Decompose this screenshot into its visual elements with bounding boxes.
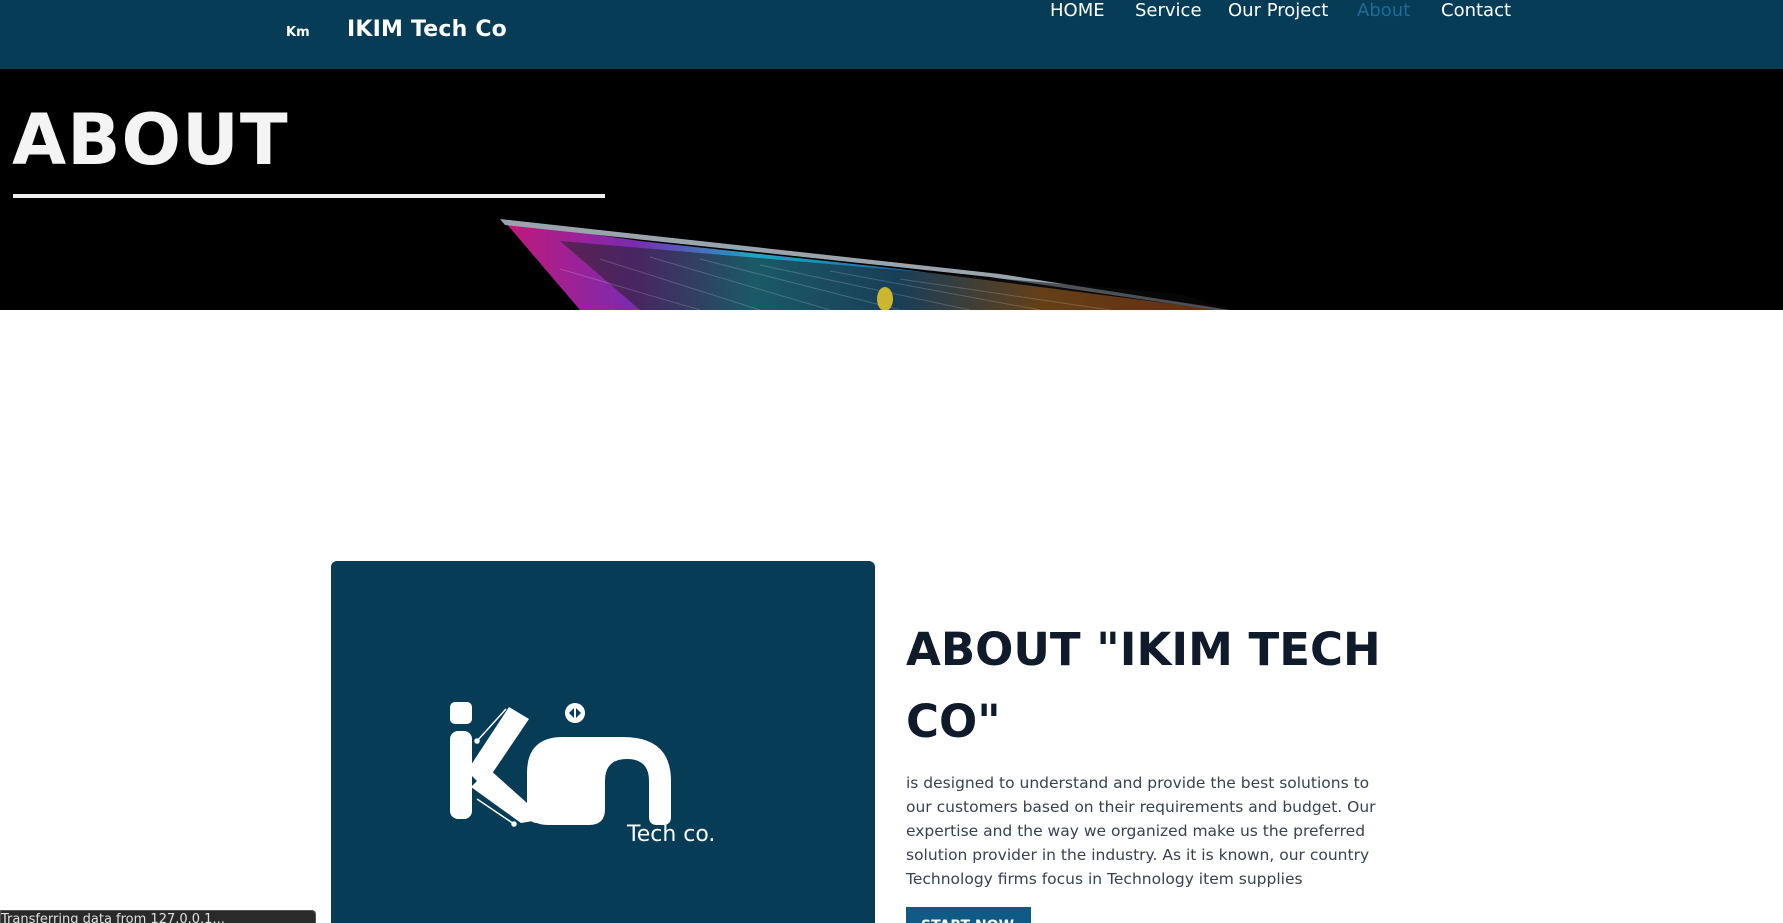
nav-item-about[interactable]: About <box>1357 0 1410 21</box>
hero-title: ABOUT <box>12 99 289 181</box>
svg-text:Km: Km <box>286 25 310 40</box>
top-navbar: Km IKIM Tech Co HOME Service Our Project… <box>0 0 1783 69</box>
start-now-button[interactable]: START NOW <box>906 907 1031 923</box>
nav-item-contact[interactable]: Contact <box>1441 0 1511 21</box>
about-heading: ABOUT "IKIM TECH CO" <box>906 623 1381 748</box>
hero-banner: ABOUT <box>0 69 1783 310</box>
brand-name[interactable]: IKIM Tech Co <box>347 17 507 42</box>
ikim-logo-icon[interactable]: Km <box>286 22 314 42</box>
ikim-tech-logo-image: Tech co. <box>450 702 715 847</box>
logo-caption: Tech co. <box>626 822 715 847</box>
company-logo-card: Tech co. <box>331 561 875 923</box>
nav-item-our-project[interactable]: Our Project <box>1228 0 1328 21</box>
hero-underline-divider <box>13 194 605 198</box>
nav-item-service[interactable]: Service <box>1135 0 1202 21</box>
nav-item-home[interactable]: HOME <box>1050 0 1105 21</box>
about-description: is designed to understand and provide th… <box>906 774 1376 888</box>
browser-status-bar: Transferring data from 127.0.0.1... <box>0 910 316 923</box>
